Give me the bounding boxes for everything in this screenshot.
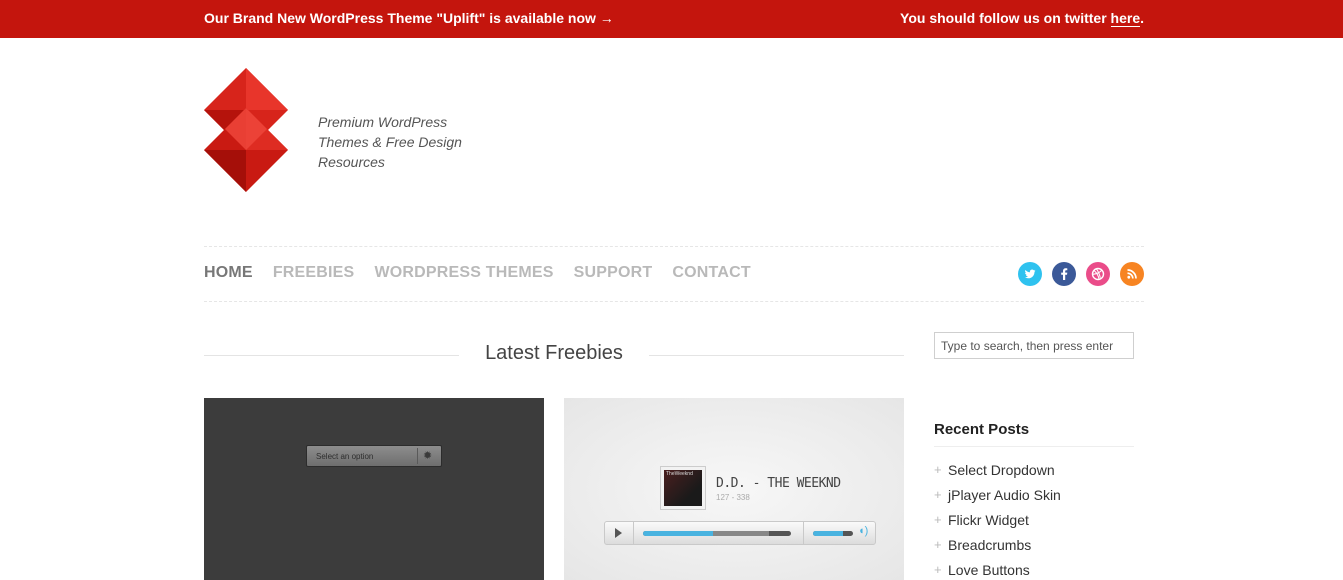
preview-select-label: Select an option [316,452,374,461]
recent-post-link[interactable]: Breadcrumbs [948,537,1031,553]
plus-icon: + [934,487,942,502]
album-cover: TheWeeknd [660,466,706,510]
section-title-text: Latest Freebies [467,342,641,364]
audio-progress-fill [643,531,713,536]
audio-volume-bar [813,531,853,536]
announcement-link[interactable]: Our Brand New WordPress Theme "Uplift" i… [204,10,614,26]
twitter-follow-text: You should follow us on twitter here. [900,10,1144,27]
recent-post-link[interactable]: Select Dropdown [948,462,1055,478]
tagline-line: Premium WordPress [318,114,448,130]
track-time: 127 - 338 [716,493,750,502]
nav-item-wordpress-themes[interactable]: WORDPRESS THEMES [374,264,553,282]
site-logo[interactable] [204,68,288,192]
twitter-icon[interactable] [1018,262,1042,286]
speaker-icon: ◖) [858,525,869,537]
plus-icon: + [934,512,942,527]
audio-buffer-fill [712,531,769,536]
recent-post-link[interactable]: Flickr Widget [948,512,1029,528]
plus-icon: + [934,562,942,577]
list-item: + jPlayer Audio Skin [934,487,1061,512]
recent-post-link[interactable]: Love Buttons [948,562,1030,578]
audio-progress-bar [643,531,791,536]
plus-icon: + [934,462,942,477]
track-title: D.D. - THE WEEKND [716,476,841,491]
tagline-line: Themes & Free Design [318,134,462,150]
list-item: + Select Dropdown [934,462,1061,487]
nav-item-support[interactable]: SUPPORT [574,264,653,282]
facebook-icon[interactable] [1052,262,1076,286]
nav-divider-bottom [204,301,1144,302]
nav-item-home[interactable]: HOME [204,264,253,282]
recent-posts-title: Recent Posts [934,421,1030,438]
plus-icon: + [934,537,942,552]
site-tagline: Premium WordPress Themes & Free Design R… [318,112,462,172]
rss-icon[interactable] [1120,262,1144,286]
freebie-thumbnail-audio-skin[interactable]: TheWeeknd D.D. - THE WEEKND 127 - 338 ◖) [564,398,904,580]
list-item: + Breadcrumbs [934,537,1061,562]
list-item: + Flickr Widget [934,512,1061,537]
album-cover-label: TheWeeknd [666,471,693,477]
freebie-thumbnail-select-dropdown[interactable]: Select an option ✹ [204,398,544,580]
follow-suffix: . [1140,10,1144,26]
follow-prefix: You should follow us on twitter [900,10,1111,26]
main-nav: HOME FREEBIES WORDPRESS THEMES SUPPORT C… [204,264,751,282]
search-input[interactable] [934,332,1134,359]
nav-divider-top [204,246,1144,247]
tagline-line: Resources [318,154,385,170]
section-title: Latest Freebies [204,342,904,368]
list-item: + Love Buttons [934,562,1061,580]
nav-item-contact[interactable]: CONTACT [672,264,750,282]
recent-posts-divider [934,446,1134,447]
audio-player-bar: ◖) [604,521,876,545]
recent-posts-list: + Select Dropdown + jPlayer Audio Skin + Fl… [934,462,1061,580]
twitter-follow-link[interactable]: here [1110,10,1141,27]
top-announcement-bar: Our Brand New WordPress Theme "Uplift" i… [0,0,1343,38]
nav-item-freebies[interactable]: FREEBIES [273,264,355,282]
preview-select-box: Select an option ✹ [306,445,442,467]
dribbble-icon[interactable] [1086,262,1110,286]
recent-post-link[interactable]: jPlayer Audio Skin [948,487,1061,503]
gear-icon: ✹ [423,450,433,462]
play-icon [615,528,622,538]
audio-volume-fill [813,531,843,536]
